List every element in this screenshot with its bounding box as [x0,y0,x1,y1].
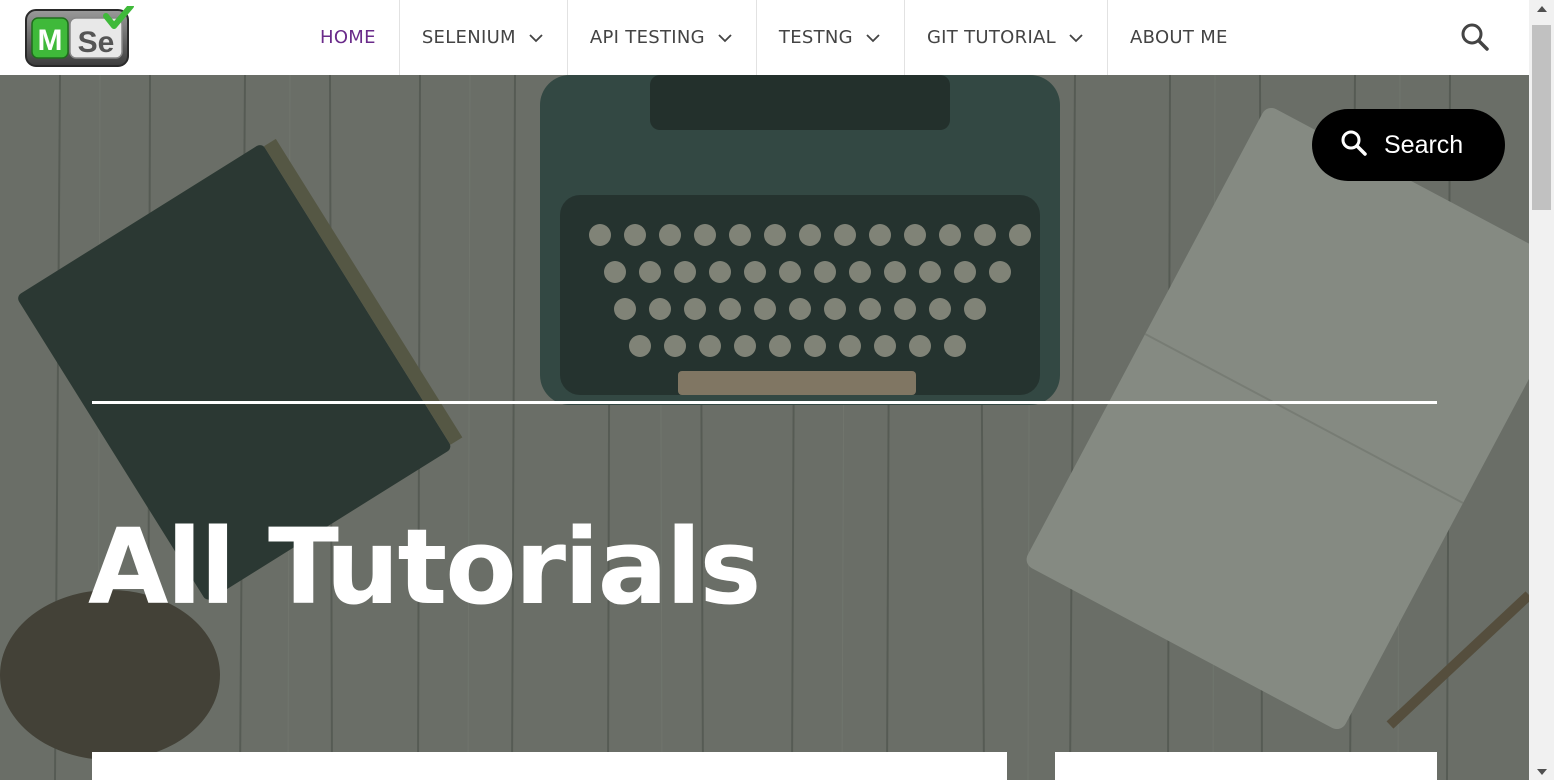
chevron-down-icon [717,30,733,46]
chevron-down-icon [865,30,881,46]
chevron-down-icon [1068,30,1084,46]
page-scrollbar[interactable] [1529,0,1554,780]
nav-item-testng[interactable]: TESTNG [755,0,904,75]
hero-banner: Search All Tutorials [0,75,1529,780]
nav-item-api-testing[interactable]: API TESTING [566,0,756,75]
nav-item-label: SELENIUM [421,27,516,48]
search-icon[interactable] [1460,22,1490,52]
scroll-up-arrow-icon[interactable] [1529,0,1554,17]
nav-item-label: HOME [320,27,376,48]
nav-item-git-tutorial[interactable]: GIT TUTORIAL [903,0,1107,75]
logo-letters-se: Se [78,26,115,59]
main-nav: HOME SELENIUM API TESTING TESTNG GIT TUT… [298,0,1251,75]
site-header: M Se HOME SELENIUM API TESTING TESTNG GI… [0,0,1529,75]
search-button[interactable]: Search [1312,109,1505,181]
content-card-sidebar [1055,752,1437,780]
page-title: All Tutorials [88,506,761,628]
nav-item-home[interactable]: HOME [298,0,399,75]
hero-divider [92,401,1437,404]
nav-item-label: GIT TUTORIAL [926,27,1057,48]
scroll-thumb[interactable] [1532,25,1551,210]
hero-overlay [0,75,1529,780]
chevron-down-icon [528,30,544,46]
nav-item-label: ABOUT ME [1130,27,1228,48]
nav-item-selenium[interactable]: SELENIUM [398,0,567,75]
scroll-down-arrow-icon[interactable] [1529,763,1554,780]
search-button-label: Search [1384,130,1464,159]
site-logo[interactable]: M Se [24,3,134,70]
content-card-main [92,752,1007,780]
logo-letter-m: M [38,24,63,57]
nav-item-label: TESTNG [778,27,853,48]
nav-item-label: API TESTING [589,27,705,48]
search-icon [1340,129,1368,161]
nav-item-about-me[interactable]: ABOUT ME [1107,0,1251,75]
